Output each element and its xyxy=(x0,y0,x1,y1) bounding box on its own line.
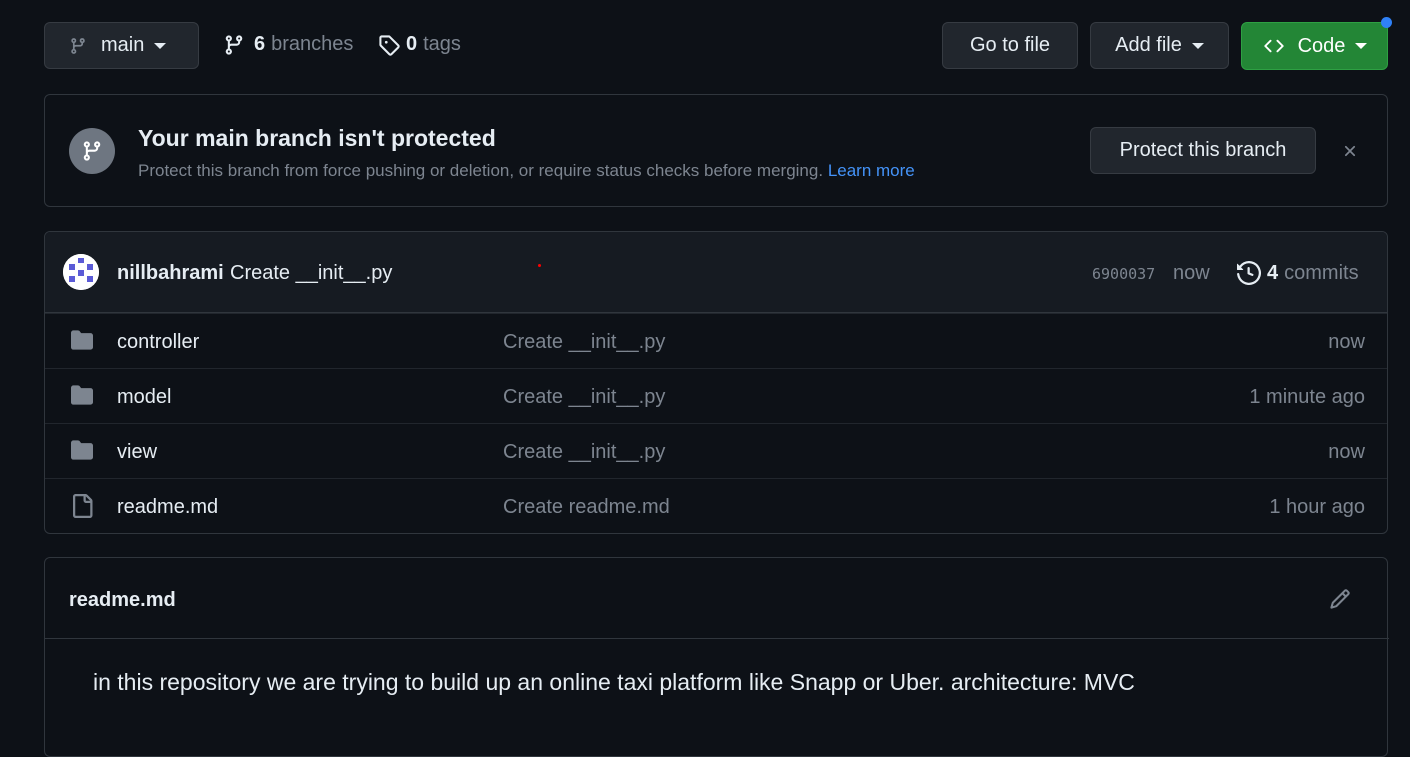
commits-count: 4 xyxy=(1267,261,1279,284)
tags-count: 0 xyxy=(406,33,418,55)
add-file-label: Add file xyxy=(1115,34,1182,56)
file-row-model[interactable]: model Create __init__.py 1 minute ago xyxy=(45,368,1387,423)
divider xyxy=(45,638,1389,639)
code-button[interactable]: Code xyxy=(1241,22,1388,70)
tags-label: tags xyxy=(423,33,461,55)
readme-panel: readme.md in this repository we are tryi… xyxy=(44,557,1389,757)
branches-label: branches xyxy=(271,33,354,55)
file-row-view[interactable]: view Create __init__.py now xyxy=(45,423,1387,478)
file-commit-message-link[interactable]: Create __init__.py xyxy=(503,331,665,354)
latest-commit-bar: nillbahrami Create __init__.py 6900037 n… xyxy=(45,232,1387,313)
file-age: now xyxy=(1328,331,1365,353)
git-branch-icon xyxy=(69,36,87,56)
close-icon[interactable] xyxy=(1341,142,1359,160)
branch-selector-button[interactable]: main xyxy=(44,22,199,69)
code-icon xyxy=(1262,36,1286,56)
tag-icon xyxy=(378,34,400,56)
file-age: now xyxy=(1328,441,1365,463)
protect-banner-text: Protect this branch from force pushing o… xyxy=(138,161,824,180)
file-age: 1 minute ago xyxy=(1249,386,1365,408)
protect-branch-button[interactable]: Protect this branch xyxy=(1090,127,1316,174)
protect-branch-banner: Your main branch isn't protected Protect… xyxy=(44,94,1388,207)
file-name-link[interactable]: model xyxy=(117,386,171,409)
readme-content: in this repository we are trying to buil… xyxy=(93,669,1135,695)
pencil-icon[interactable] xyxy=(1329,588,1351,610)
avatar[interactable] xyxy=(63,254,99,290)
learn-more-link[interactable]: Learn more xyxy=(828,161,915,180)
file-name-link[interactable]: readme.md xyxy=(117,496,218,519)
commit-message-link[interactable]: Create __init__.py xyxy=(230,262,392,285)
protect-banner-description: Protect this branch from force pushing o… xyxy=(138,161,915,181)
branch-name: main xyxy=(101,34,145,56)
git-branch-icon xyxy=(223,34,245,56)
file-row-readme[interactable]: readme.md Create readme.md 1 hour ago xyxy=(45,478,1387,533)
file-name-link[interactable]: controller xyxy=(117,331,199,354)
commit-time: now xyxy=(1173,262,1210,284)
commits-label: commits xyxy=(1284,261,1359,284)
protect-banner-title: Your main branch isn't protected xyxy=(138,125,496,151)
commit-author-link[interactable]: nillbahrami xyxy=(117,262,224,285)
branches-link[interactable]: 6 branches xyxy=(223,33,353,56)
chevron-down-icon xyxy=(1355,43,1368,49)
file-row-controller[interactable]: controller Create __init__.py now xyxy=(45,313,1387,368)
history-icon xyxy=(1237,261,1261,285)
file-commit-message-link[interactable]: Create readme.md xyxy=(503,496,670,519)
file-name-link[interactable]: view xyxy=(117,441,157,464)
go-to-file-button[interactable]: Go to file xyxy=(942,22,1078,69)
code-label: Code xyxy=(1297,34,1346,57)
readme-title-link[interactable]: readme.md xyxy=(69,589,176,612)
commits-history-link[interactable]: 4 commits xyxy=(1237,261,1359,285)
branches-count: 6 xyxy=(254,33,266,55)
folder-icon xyxy=(69,439,95,466)
file-age: 1 hour ago xyxy=(1269,496,1365,518)
add-file-button[interactable]: Add file xyxy=(1090,22,1229,69)
file-icon xyxy=(69,494,95,523)
file-commit-message-link[interactable]: Create __init__.py xyxy=(503,441,665,464)
folder-icon xyxy=(69,384,95,411)
chevron-down-icon xyxy=(154,42,167,49)
cursor-dot xyxy=(538,264,541,267)
commit-sha-link[interactable]: 6900037 xyxy=(1092,265,1155,283)
tags-link[interactable]: 0 tags xyxy=(378,33,461,56)
file-commit-message-link[interactable]: Create __init__.py xyxy=(503,386,665,409)
notification-dot xyxy=(1381,17,1392,28)
chevron-down-icon xyxy=(1191,42,1204,49)
folder-icon xyxy=(69,329,95,356)
file-browser: nillbahrami Create __init__.py 6900037 n… xyxy=(44,231,1388,534)
git-branch-icon xyxy=(69,128,115,174)
